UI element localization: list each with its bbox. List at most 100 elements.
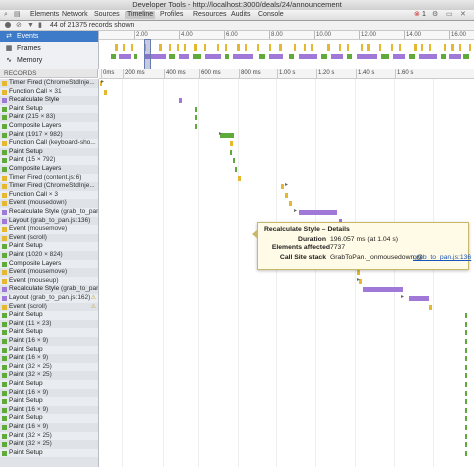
record-row[interactable]: Function Call (keyboard-sho... [0, 139, 98, 148]
record-bar[interactable] [363, 287, 403, 293]
record-row[interactable]: Paint (15 × 792) [0, 156, 98, 165]
record-row[interactable]: Paint (16 × 9) [0, 389, 98, 398]
tab-elements[interactable]: Elements [30, 11, 59, 19]
view-events[interactable]: ⇄ Events [0, 31, 98, 42]
record-bar[interactable] [195, 124, 197, 129]
view-frames[interactable]: ▦ Frames [0, 43, 98, 54]
record-row[interactable]: Paint Setup [0, 380, 98, 389]
record-bar[interactable] [465, 356, 467, 362]
record-row[interactable]: Paint (11 × 23) [0, 320, 98, 329]
record-row[interactable]: Event (mousemove) [0, 225, 98, 234]
tab-network[interactable]: Network [62, 11, 88, 19]
record-bar[interactable] [465, 450, 467, 456]
record-bar[interactable] [465, 347, 467, 353]
record-bar[interactable] [465, 382, 467, 387]
clear-icon[interactable]: ⊘ [16, 21, 22, 30]
record-bar[interactable] [104, 89, 107, 95]
record-row[interactable]: Paint Setup [0, 311, 98, 320]
error-badge-icon[interactable]: ⊗ [414, 11, 420, 19]
record-row[interactable]: Event (mousedown) [0, 199, 98, 208]
record-row[interactable]: Paint (1917 × 982) [0, 131, 98, 140]
record-bar[interactable] [230, 141, 233, 147]
record-row[interactable]: Recalculate Style [0, 96, 98, 105]
record-bar[interactable] [285, 192, 288, 198]
close-icon[interactable]: ✕ [460, 11, 466, 19]
console-icon[interactable]: ▤ [14, 11, 21, 19]
record-button[interactable] [5, 22, 11, 28]
record-row[interactable]: Paint Setup [0, 345, 98, 355]
record-row[interactable]: Paint Setup [0, 328, 98, 337]
record-bar[interactable] [238, 175, 241, 181]
tab-resources[interactable]: Resources [193, 11, 226, 19]
record-row[interactable]: Paint (32 × 25) [0, 362, 98, 372]
record-row[interactable]: Composite Layers [0, 165, 98, 174]
search-icon[interactable]: ⌕ [4, 11, 8, 19]
record-bar[interactable] [235, 167, 237, 172]
record-row[interactable]: Timer Fired (content.js:6) [0, 173, 98, 183]
expand-arrow-icon[interactable]: ▸ [101, 79, 104, 86]
record-row[interactable]: Paint (32 × 25) [0, 371, 98, 380]
record-row[interactable]: Function Call × 31 [0, 87, 98, 97]
record-row[interactable]: Event (mouseup) [0, 276, 98, 286]
expand-arrow-icon[interactable]: ▸ [294, 208, 297, 215]
record-row[interactable]: Recalculate Style (grab_to_pan... [0, 285, 98, 294]
record-bar[interactable] [409, 296, 429, 301]
record-bar[interactable] [281, 184, 284, 190]
record-bar[interactable] [465, 442, 467, 448]
record-row[interactable]: Timer Fired (ChromeStdInje... [0, 79, 98, 88]
tab-audits[interactable]: Audits [231, 11, 250, 19]
record-bar[interactable] [357, 270, 360, 276]
record-row[interactable]: Paint Setup [0, 448, 98, 458]
view-memory[interactable]: ∿ Memory [0, 55, 98, 66]
record-bar[interactable] [465, 399, 467, 405]
record-bar[interactable] [465, 373, 467, 379]
record-row[interactable]: Paint Setup [0, 242, 98, 251]
record-row[interactable]: Function Call × 3 [0, 190, 98, 200]
timeline-overview[interactable]: 2.00 4.00 6.00 8.00 10.00 12.00 14.00 16… [99, 31, 474, 71]
record-row[interactable]: Layout (grab_to_pan.js:162) ⚠ [0, 294, 98, 303]
record-row[interactable]: Paint Setup [0, 104, 98, 114]
record-row[interactable]: Timer Fired (ChromeStdInje... [0, 182, 98, 191]
record-bar[interactable] [195, 106, 197, 112]
record-bar[interactable] [465, 425, 467, 430]
record-row[interactable]: Paint (16 × 9) [0, 406, 98, 415]
record-bar[interactable] [233, 158, 235, 164]
expand-arrow-icon[interactable]: ▸ [357, 277, 360, 284]
record-row[interactable]: Composite Layers [0, 259, 98, 269]
record-bar[interactable] [299, 210, 337, 215]
overview-selection-window[interactable] [144, 39, 151, 71]
garbage-icon[interactable]: ▮ [38, 21, 42, 30]
record-bar[interactable] [465, 433, 467, 439]
record-row[interactable]: Paint (32 × 25) [0, 440, 98, 449]
filter-icon[interactable]: ▼ [27, 21, 34, 30]
record-row[interactable]: Event (scroll) ⚠ [0, 303, 98, 312]
settings-icon[interactable]: ⚙ [432, 11, 438, 19]
record-row[interactable]: Paint (16 × 9) [0, 337, 98, 346]
record-row[interactable]: Paint Setup [0, 414, 98, 423]
record-row[interactable]: Paint (1020 × 824) [0, 251, 98, 260]
tab-console[interactable]: Console [258, 11, 284, 19]
record-bar[interactable] [465, 390, 467, 396]
tab-sources[interactable]: Sources [94, 11, 120, 19]
record-bar[interactable] [465, 339, 467, 344]
record-row[interactable]: Paint (32 × 25) [0, 431, 98, 441]
record-bar[interactable] [220, 132, 234, 138]
record-row[interactable]: Recalculate Style (grab_to_pan.js [0, 208, 98, 217]
expand-arrow-icon[interactable]: ▸ [219, 131, 222, 138]
record-row[interactable]: Layout (grab_to_pan.js:136) [0, 217, 98, 226]
record-row[interactable]: Composite Layers [0, 122, 98, 131]
record-row[interactable]: Paint Setup [0, 397, 98, 406]
callsite-link[interactable]: grab_to_pan.js:136 [413, 254, 471, 261]
record-bar[interactable] [465, 313, 467, 319]
record-row[interactable]: Paint Setup [0, 148, 98, 157]
record-row[interactable]: Event (mousemove) [0, 268, 98, 277]
tab-profiles[interactable]: Profiles [160, 11, 183, 19]
tab-timeline[interactable]: Timeline [125, 11, 156, 19]
record-bar[interactable] [465, 364, 467, 370]
record-bar[interactable] [465, 407, 467, 413]
record-bar[interactable] [195, 115, 197, 121]
record-bar[interactable] [230, 149, 232, 155]
record-bar[interactable] [465, 416, 467, 422]
records-timeline-chart[interactable]: ▸ ▸ ▸ ▸ ▸ ▸ [99, 79, 474, 467]
record-bar[interactable] [429, 304, 432, 310]
